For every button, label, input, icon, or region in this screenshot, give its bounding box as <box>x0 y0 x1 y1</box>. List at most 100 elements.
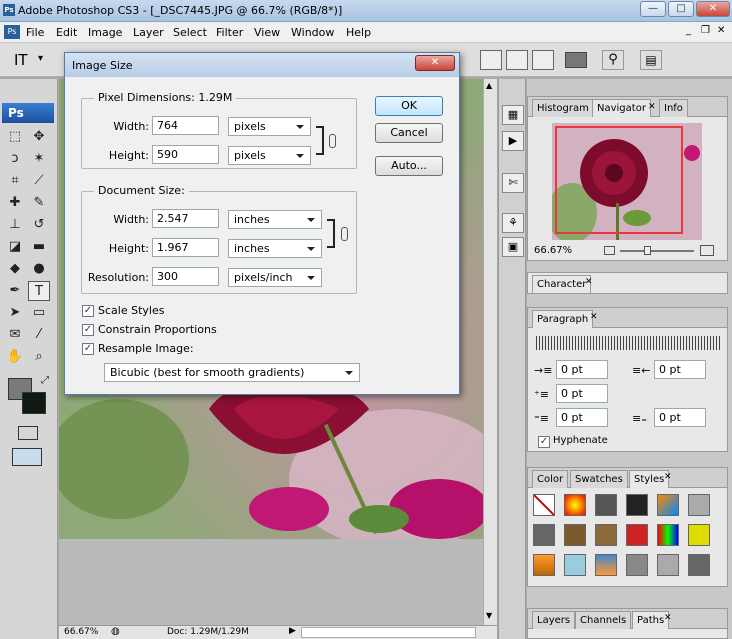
zoom-level[interactable]: 66.67% <box>64 627 98 637</box>
palettes-icon[interactable]: ▤ <box>640 50 662 70</box>
doc-restore-button[interactable]: ❐ <box>701 25 710 36</box>
space-before-field[interactable]: 0 pt <box>556 408 608 427</box>
doc-height-input[interactable]: 1.967 <box>152 238 219 257</box>
menu-file[interactable]: File <box>26 26 44 39</box>
resolution-input[interactable]: 300 <box>152 267 219 286</box>
auto-button[interactable]: Auto... <box>375 156 443 176</box>
close-tab-icon[interactable]: ✕ <box>664 613 672 623</box>
style-swatch[interactable] <box>657 494 679 516</box>
status-icon[interactable]: ◍ <box>111 626 120 637</box>
ok-button[interactable]: OK <box>375 96 443 116</box>
doc-width-input[interactable]: 2.547 <box>152 209 219 228</box>
style-swatch[interactable] <box>595 554 617 576</box>
doc-close-button[interactable]: ✕ <box>717 25 725 36</box>
style-swatch[interactable] <box>626 494 648 516</box>
slice-tool-icon[interactable]: ⟋ <box>28 171 50 191</box>
close-tab-icon[interactable]: ✕ <box>585 277 593 287</box>
style-swatch[interactable] <box>595 494 617 516</box>
style-swatch[interactable] <box>533 554 555 576</box>
doc-height-unit-select[interactable]: inches <box>228 239 322 258</box>
tab-color[interactable]: Color <box>532 470 569 488</box>
horizontal-scrollbar[interactable] <box>301 627 476 638</box>
screen-mode-icon[interactable] <box>12 448 42 466</box>
nav-zoom[interactable]: 66.67% <box>534 245 572 256</box>
hyphenate-checkbox[interactable]: ✓ <box>538 436 550 448</box>
blur-tool-icon[interactable]: ◆ <box>4 259 26 279</box>
type-tool-icon[interactable]: T <box>28 281 50 301</box>
brushes-panel-icon[interactable]: ⚘ <box>502 213 524 233</box>
space-after-field[interactable]: 0 pt <box>654 408 706 427</box>
align-left-icon[interactable] <box>480 50 502 70</box>
menu-select[interactable]: Select <box>173 26 207 39</box>
healing-tool-icon[interactable]: ✚ <box>4 193 26 213</box>
style-swatch[interactable] <box>564 524 586 546</box>
move-tool-icon[interactable]: ✥ <box>28 127 50 147</box>
brush-tool-icon[interactable]: ✎ <box>28 193 50 213</box>
align-right-icon[interactable] <box>532 50 554 70</box>
hand-tool-icon[interactable]: ✋ <box>4 347 26 367</box>
vertical-scrollbar[interactable]: ▲ ▼ <box>483 79 497 625</box>
tool-presets-icon[interactable]: ✄ <box>502 173 524 193</box>
align-buttons-icon[interactable] <box>536 336 722 350</box>
zoom-tool-icon[interactable]: ⌕ <box>28 347 50 367</box>
menu-view[interactable]: View <box>254 26 280 39</box>
menu-window[interactable]: Window <box>291 26 334 39</box>
pixel-width-unit-select[interactable]: pixels <box>228 117 311 136</box>
cancel-button[interactable]: Cancel <box>375 123 443 143</box>
swap-colors-icon[interactable]: ⤢ <box>34 371 56 391</box>
scale-styles-checkbox[interactable]: ✓ <box>82 305 94 317</box>
minimize-button[interactable]: — <box>640 1 666 17</box>
style-swatch[interactable] <box>564 494 586 516</box>
eraser-tool-icon[interactable]: ◪ <box>4 237 26 257</box>
zoom-slider-handle[interactable] <box>644 246 651 255</box>
crop-tool-icon[interactable]: ⌗ <box>4 171 26 191</box>
style-none[interactable] <box>533 494 555 516</box>
style-swatch[interactable] <box>657 554 679 576</box>
indent-left-field[interactable]: 0 pt <box>556 360 608 379</box>
tab-info[interactable]: Info <box>659 99 688 117</box>
tab-navigator[interactable]: Navigator <box>592 99 651 117</box>
lasso-tool-icon[interactable]: ↄ <box>4 149 26 169</box>
actions-panel-icon[interactable]: ▶ <box>502 131 524 151</box>
close-tab-icon[interactable]: ✕ <box>648 102 656 112</box>
dodge-tool-icon[interactable]: ● <box>28 259 50 279</box>
warp-text-icon[interactable]: ⚲ <box>602 50 624 70</box>
pixel-height-input[interactable]: 590 <box>152 145 219 164</box>
indent-right-field[interactable]: 0 pt <box>654 360 706 379</box>
notes-tool-icon[interactable]: ✉ <box>4 325 26 345</box>
scroll-down-icon[interactable]: ▼ <box>486 611 492 620</box>
tab-channels[interactable]: Channels <box>575 611 632 629</box>
close-tab-icon[interactable]: ✕ <box>664 472 672 482</box>
quick-mask-icon[interactable] <box>18 426 38 440</box>
style-swatch[interactable] <box>688 524 710 546</box>
align-center-icon[interactable] <box>506 50 528 70</box>
style-swatch[interactable] <box>657 524 679 546</box>
first-line-indent-field[interactable]: 0 pt <box>556 384 608 403</box>
zoom-out-icon[interactable] <box>604 246 615 255</box>
tab-character[interactable]: Character <box>532 275 592 293</box>
pen-tool-icon[interactable]: ✒ <box>4 281 26 301</box>
doc-minimize-button[interactable]: _ <box>686 25 691 36</box>
tab-histogram[interactable]: Histogram <box>532 99 594 117</box>
style-swatch[interactable] <box>688 554 710 576</box>
navigator-panel-icon[interactable]: ▦ <box>502 105 524 125</box>
menu-layer[interactable]: Layer <box>133 26 164 39</box>
marquee-tool-icon[interactable]: ⬚ <box>4 127 26 147</box>
tab-swatches[interactable]: Swatches <box>570 470 628 488</box>
style-swatch[interactable] <box>564 554 586 576</box>
status-arrow-icon[interactable]: ▶ <box>289 626 296 636</box>
pixel-height-unit-select[interactable]: pixels <box>228 146 311 165</box>
shape-tool-icon[interactable]: ▭ <box>28 303 50 323</box>
tab-paragraph[interactable]: Paragraph <box>532 310 594 328</box>
maximize-button[interactable]: □ <box>668 1 694 17</box>
background-color-swatch[interactable] <box>22 392 46 414</box>
layer-comps-icon[interactable]: ▣ <box>502 237 524 257</box>
navigator-thumbnail[interactable] <box>552 123 702 240</box>
style-swatch[interactable] <box>688 494 710 516</box>
close-tab-icon[interactable]: ✕ <box>590 312 598 322</box>
style-swatch[interactable] <box>533 524 555 546</box>
constrain-proportions-checkbox[interactable]: ✓ <box>82 324 94 336</box>
resample-image-checkbox[interactable]: ✓ <box>82 343 94 355</box>
style-swatch[interactable] <box>626 524 648 546</box>
text-color-swatch[interactable] <box>565 52 587 68</box>
